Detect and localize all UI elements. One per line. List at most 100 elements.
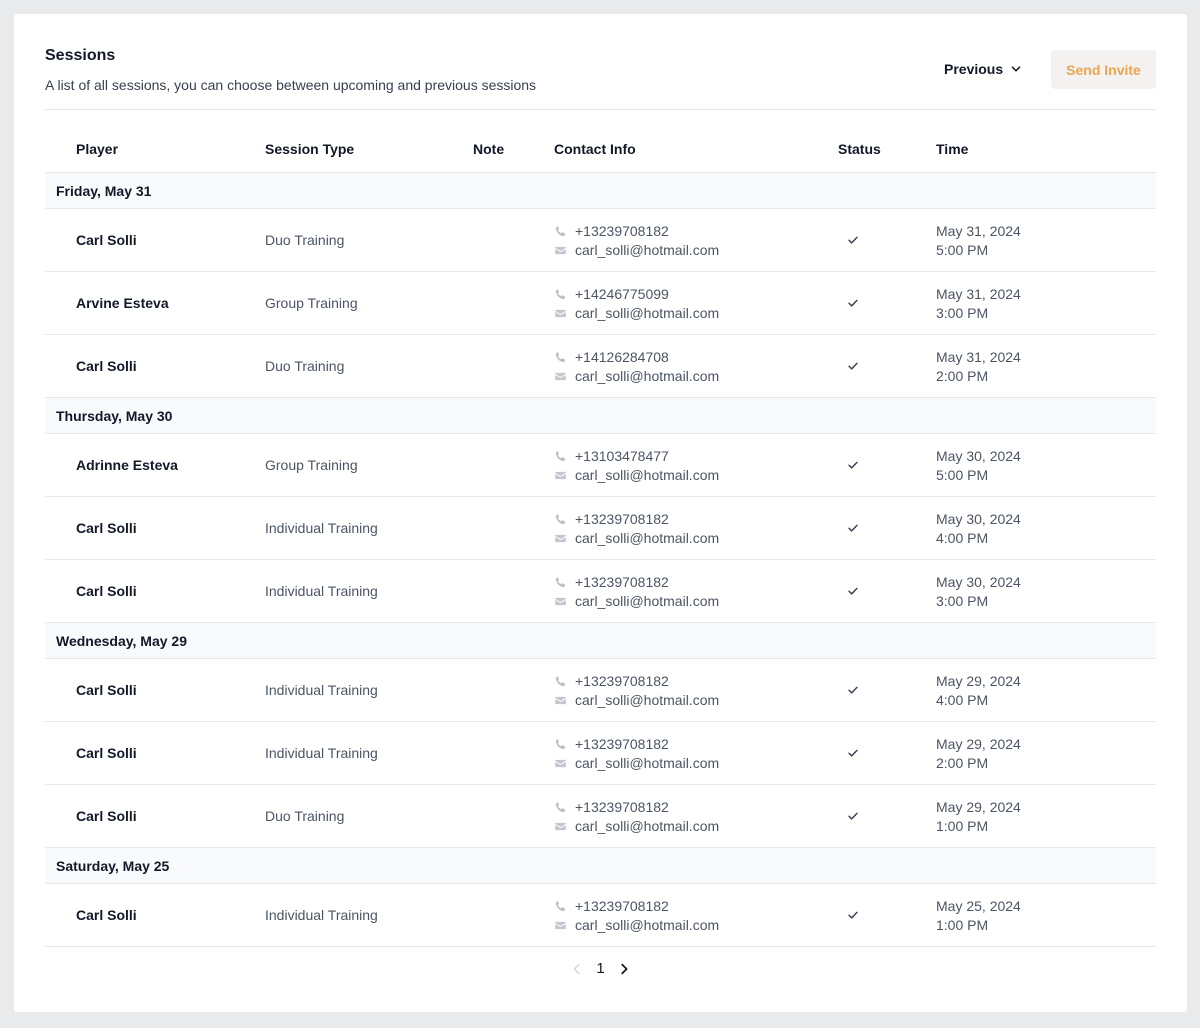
mail-icon [555,534,566,543]
session-date: May 29, 2024 [936,736,1021,752]
phone-number: +14246775099 [575,286,669,302]
phone-number: +13239708182 [575,223,669,239]
session-time: May 31, 2024 3:00 PM [936,285,1021,323]
contact-info: +13103478477 carl_solli@hotmail.com [554,447,719,485]
phone-icon [555,226,566,237]
session-type: Group Training [265,295,358,311]
page-title: Sessions [45,47,116,64]
session-filter-dropdown[interactable]: Previous [944,59,1023,79]
session-hour: 2:00 PM [936,368,989,384]
phone-line: +13239708182 [554,735,719,754]
col-session-type: Session Type [265,141,355,157]
check-icon [848,461,858,469]
table-body: Friday, May 31 Carl Solli Duo Training +132… [45,173,1156,947]
email-line: carl_solli@hotmail.com [554,241,719,260]
session-date: May 30, 2024 [936,511,1021,527]
date-group-header: Wednesday, May 29 [45,623,1156,659]
page-number[interactable]: 1 [596,960,604,977]
player-name: Carl Solli [76,682,137,698]
col-note: Note [473,141,505,157]
contact-info: +14246775099 carl_solli@hotmail.com [554,285,719,323]
check-icon [848,686,858,694]
session-hour: 4:00 PM [936,692,989,708]
phone-icon [555,676,566,687]
contact-info: +13239708182 carl_solli@hotmail.com [554,897,719,935]
phone-line: +13239708182 [554,798,719,817]
table-row[interactable]: Carl Solli Individual Training +1323970818… [45,722,1156,785]
phone-icon [555,577,566,588]
check-icon [848,524,858,532]
session-hour: 3:00 PM [936,305,989,321]
phone-icon [555,739,566,750]
check-icon [848,299,858,307]
phone-line: +13239708182 [554,222,719,241]
date-group-header: Thursday, May 30 [45,398,1156,434]
table-row[interactable]: Adrinne Esteva Group Training +13103478477… [45,434,1156,497]
table-row[interactable]: Carl Solli Individual Training +1323970818… [45,884,1156,947]
contact-info: +13239708182 carl_solli@hotmail.com [554,798,719,836]
session-type: Individual Training [265,520,378,536]
session-date: May 31, 2024 [936,286,1021,302]
send-invite-button[interactable]: Send Invite [1051,50,1156,89]
table-row[interactable]: Arvine Esteva Group Training +14246775099 c… [45,272,1156,335]
mail-icon [555,921,566,930]
contact-info: +13239708182 carl_solli@hotmail.com [554,672,719,710]
table-row[interactable]: Carl Solli Duo Training +14126284708 carl_s… [45,335,1156,398]
table-row[interactable]: Carl Solli Individual Training +1323970818… [45,497,1156,560]
email-address: carl_solli@hotmail.com [575,593,720,609]
phone-icon [555,901,566,912]
phone-number: +13239708182 [575,898,669,914]
session-hour: 1:00 PM [936,917,989,933]
page-subtitle: A list of all sessions, you can choose b… [45,77,537,93]
contact-info: +13239708182 carl_solli@hotmail.com [554,222,719,260]
session-time: May 30, 2024 5:00 PM [936,447,1021,485]
session-hour: 4:00 PM [936,530,989,546]
phone-number: +13239708182 [575,736,669,752]
chevron-down-icon [1011,66,1021,72]
player-name: Carl Solli [76,358,137,374]
check-icon [848,362,858,370]
mail-icon [555,696,566,705]
filter-label: Previous [944,61,1004,77]
mail-icon [555,309,566,318]
session-type: Duo Training [265,232,345,248]
player-name: Arvine Esteva [76,295,169,311]
email-line: carl_solli@hotmail.com [554,754,719,773]
mail-icon [555,597,566,606]
table-row[interactable]: Carl Solli Duo Training +13239708182 carl_s… [45,785,1156,848]
table-row[interactable]: Carl Solli Individual Training +1323970818… [45,560,1156,623]
phone-line: +13239708182 [554,897,719,916]
email-address: carl_solli@hotmail.com [575,692,720,708]
check-icon [848,236,858,244]
chevron-right-icon[interactable] [617,962,631,976]
email-address: carl_solli@hotmail.com [575,530,720,546]
email-line: carl_solli@hotmail.com [554,592,719,611]
check-icon [848,587,858,595]
email-address: carl_solli@hotmail.com [575,305,720,321]
contact-info: +13239708182 carl_solli@hotmail.com [554,510,719,548]
check-icon [848,911,858,919]
phone-number: +13239708182 [575,574,669,590]
email-line: carl_solli@hotmail.com [554,916,719,935]
session-type: Group Training [265,457,358,473]
session-type: Individual Training [265,583,378,599]
table-row[interactable]: Carl Solli Duo Training +13239708182 carl_s… [45,209,1156,272]
session-type: Individual Training [265,682,378,698]
phone-number: +13239708182 [575,511,669,527]
phone-line: +13239708182 [554,510,719,529]
phone-icon [555,802,566,813]
session-date: May 25, 2024 [936,898,1021,914]
email-line: carl_solli@hotmail.com [554,817,719,836]
table-row[interactable]: Carl Solli Individual Training +1323970818… [45,659,1156,722]
phone-line: +13239708182 [554,672,719,691]
email-address: carl_solli@hotmail.com [575,368,720,384]
session-time: May 29, 2024 1:00 PM [936,798,1021,836]
chevron-left-icon[interactable] [570,962,584,976]
email-line: carl_solli@hotmail.com [554,691,719,710]
email-line: carl_solli@hotmail.com [554,367,719,386]
player-name: Carl Solli [76,808,137,824]
pagination: 1 [14,960,1187,977]
session-time: May 29, 2024 4:00 PM [936,672,1021,710]
phone-number: +13103478477 [575,448,669,464]
player-name: Carl Solli [76,907,137,923]
